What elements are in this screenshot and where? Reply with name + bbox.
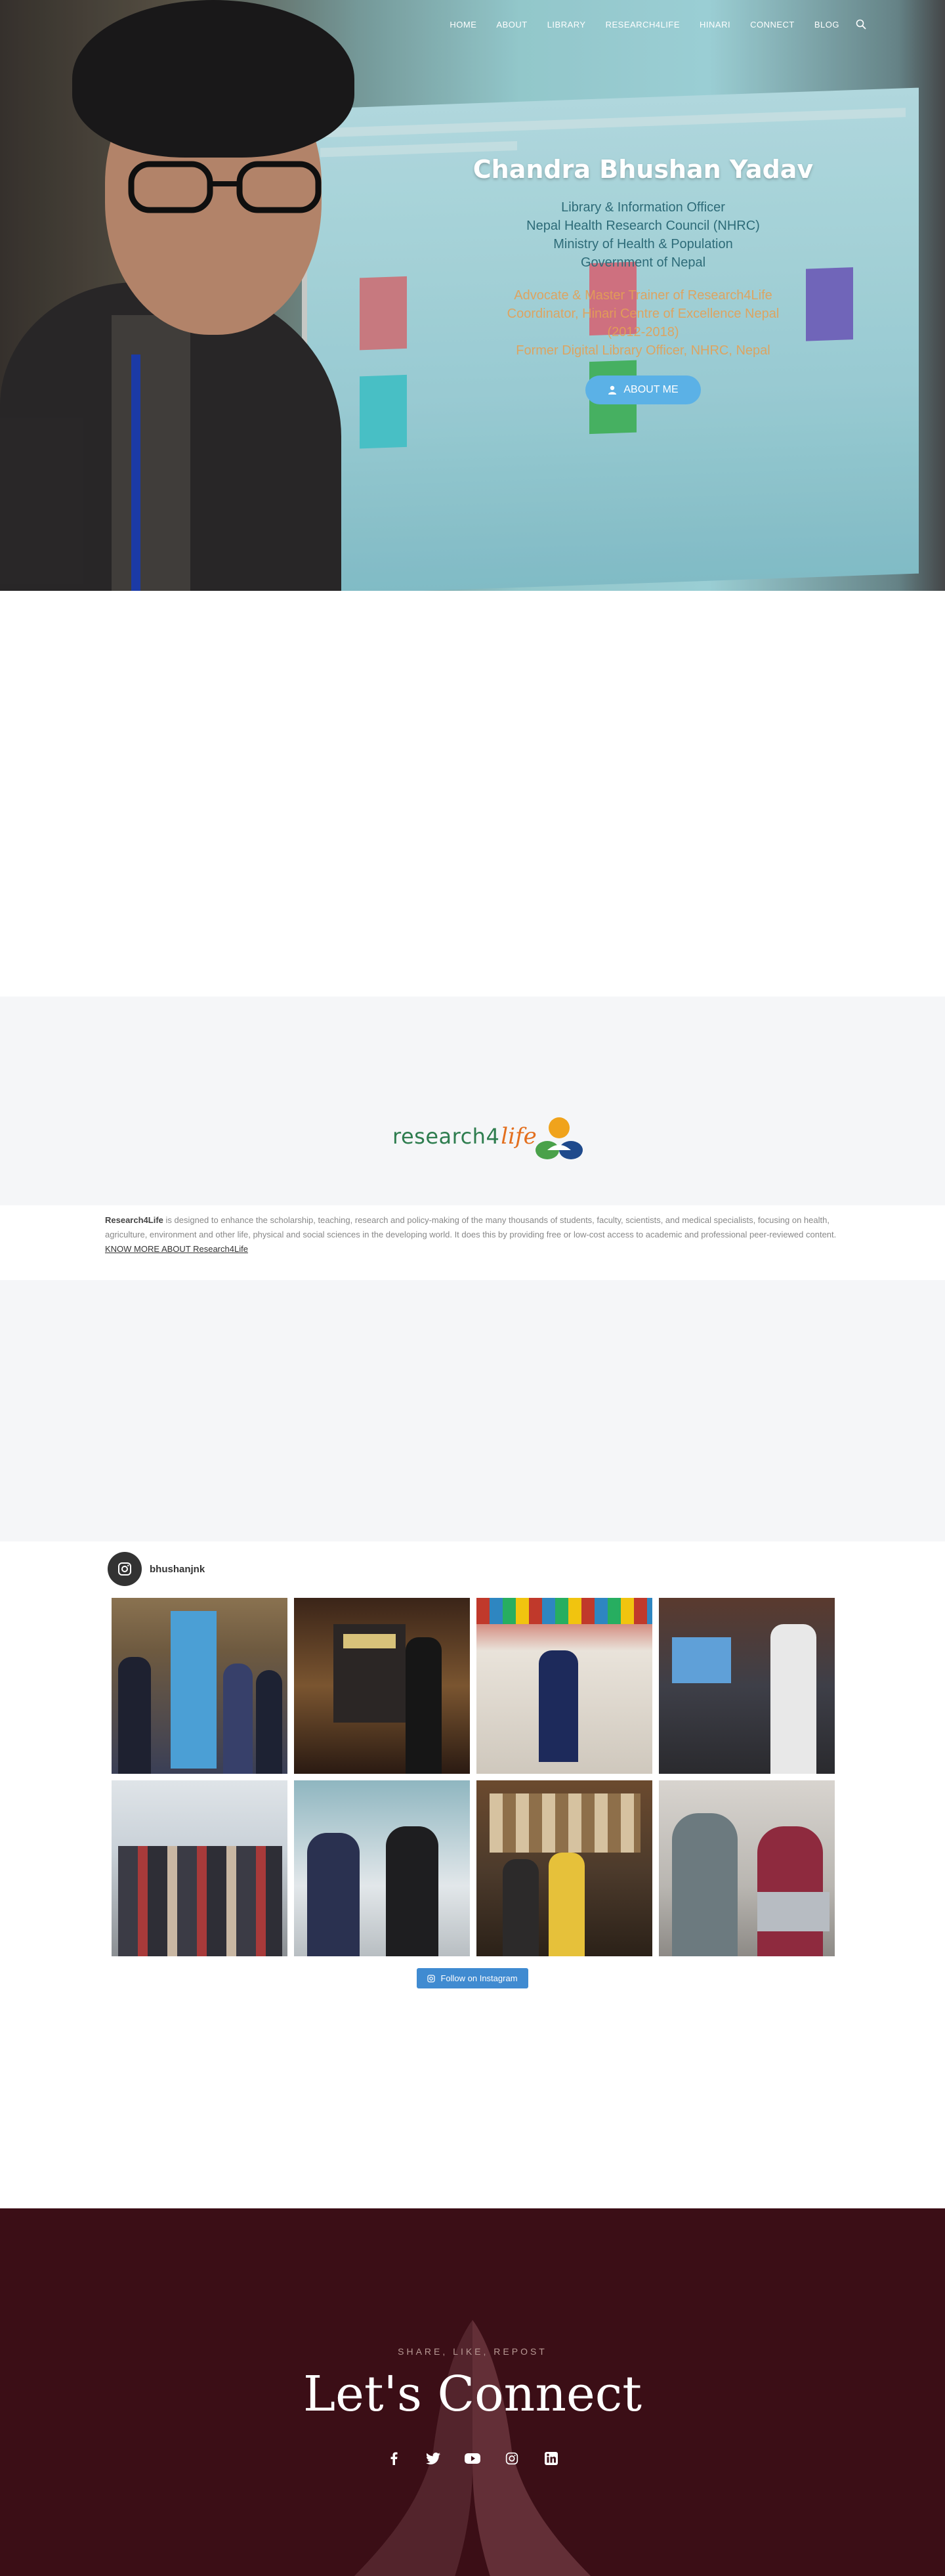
research4life-description: Research4Life is designed to enhance the… xyxy=(0,1205,945,1280)
instagram-icon xyxy=(427,1974,436,1983)
gray-section xyxy=(0,1280,945,1541)
nav-home[interactable]: HOME xyxy=(440,20,486,30)
nav-library[interactable]: LIBRARY xyxy=(537,20,596,30)
instagram-photo[interactable] xyxy=(294,1598,470,1774)
nav-about[interactable]: ABOUT xyxy=(486,20,537,30)
main-nav: HOME ABOUT LIBRARY RESEARCH4LIFE HINARI … xyxy=(440,14,945,34)
facebook-icon[interactable] xyxy=(385,2450,402,2467)
instagram-feed: bhushanjnk Follow on Instagram xyxy=(0,1541,945,2208)
research4life-emblem-icon xyxy=(535,1117,583,1159)
follow-instagram-label: Follow on Instagram xyxy=(440,1973,518,1983)
instagram-photo[interactable] xyxy=(112,1780,287,1956)
linkedin-icon[interactable] xyxy=(543,2450,560,2467)
instagram-username[interactable]: bhushanjnk xyxy=(150,1564,205,1575)
hero-highlight-line: (2012-2018) xyxy=(607,325,679,339)
connect-kicker: SHARE, LIKE, REPOST xyxy=(398,2346,547,2357)
instagram-photo[interactable] xyxy=(112,1598,287,1774)
nav-research4life[interactable]: RESEARCH4LIFE xyxy=(596,20,690,30)
user-icon xyxy=(608,385,617,395)
hero-highlight-line: Former Digital Library Officer, NHRC, Ne… xyxy=(516,343,770,358)
blank-section xyxy=(0,591,945,997)
instagram-photo[interactable] xyxy=(476,1598,652,1774)
hero-role-line: Library & Information Officer xyxy=(561,200,725,215)
about-me-button[interactable]: ABOUT ME xyxy=(585,376,701,404)
about-me-label: ABOUT ME xyxy=(623,384,679,395)
instagram-photo[interactable] xyxy=(659,1598,835,1774)
research4life-bold: Research4Life xyxy=(105,1215,163,1225)
hero-section: HOME ABOUT LIBRARY RESEARCH4LIFE HINARI … xyxy=(0,0,945,591)
hero-role-line: Government of Nepal xyxy=(580,255,706,270)
follow-instagram-button[interactable]: Follow on Instagram xyxy=(417,1968,528,1988)
research4life-logo-band: research4 life xyxy=(0,997,945,1205)
instagram-photo[interactable] xyxy=(659,1780,835,1956)
hero-highlight-line: Advocate & Master Trainer of Research4Li… xyxy=(514,288,772,303)
instagram-icon xyxy=(118,1562,131,1576)
instagram-header: bhushanjnk xyxy=(108,1551,945,1587)
nav-hinari[interactable]: HINARI xyxy=(690,20,740,30)
logo-text-research4: research4 xyxy=(392,1124,500,1149)
connect-title: Let's Connect xyxy=(303,2366,642,2422)
search-icon[interactable] xyxy=(856,19,866,30)
know-more-link[interactable]: KNOW MORE ABOUT Research4Life xyxy=(105,1244,248,1254)
logo-text-life: life xyxy=(501,1123,537,1149)
hero-role-line: Nepal Health Research Council (NHRC) xyxy=(526,219,760,233)
twitter-icon[interactable] xyxy=(425,2450,442,2467)
instagram-avatar[interactable] xyxy=(108,1552,142,1586)
research4life-logo[interactable]: research4 life xyxy=(392,1107,585,1166)
hero-role-line: Ministry of Health & Population xyxy=(553,237,733,251)
connect-footer: SHARE, LIKE, REPOST Let's Connect xyxy=(0,2208,945,2576)
nav-connect[interactable]: CONNECT xyxy=(740,20,805,30)
instagram-grid xyxy=(112,1598,945,1956)
instagram-photo[interactable] xyxy=(294,1780,470,1956)
hero-highlight-line: Coordinator, Hinari Centre of Excellence… xyxy=(507,307,780,321)
instagram-icon[interactable] xyxy=(503,2450,520,2467)
instagram-photo[interactable] xyxy=(476,1780,652,1956)
hero-name: Chandra Bhushan Yadav xyxy=(472,155,814,184)
hero-text-block: Chandra Bhushan Yadav Library & Informat… xyxy=(459,155,827,404)
nav-blog[interactable]: BLOG xyxy=(805,20,849,30)
social-links xyxy=(0,2450,945,2467)
youtube-icon[interactable] xyxy=(464,2450,481,2467)
research4life-body: is designed to enhance the scholarship, … xyxy=(105,1215,837,1239)
